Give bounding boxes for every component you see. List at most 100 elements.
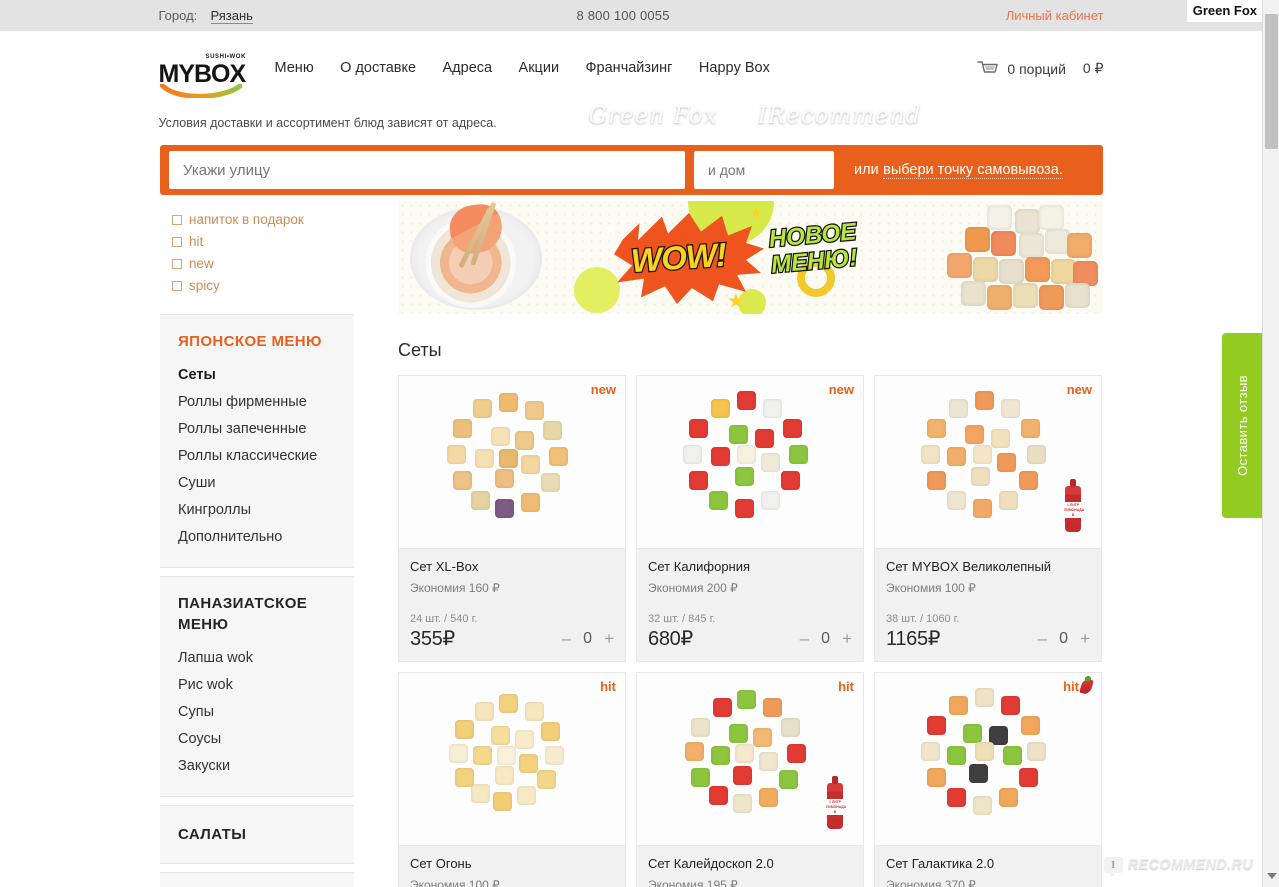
product-card[interactable]: hit <box>398 672 626 887</box>
vertical-scrollbar[interactable] <box>1262 0 1279 887</box>
filter-drink-gift[interactable]: напиток в подарок <box>172 212 354 227</box>
sidebar-item-rolls-baked[interactable]: Роллы запеченные <box>178 416 354 443</box>
nav-item-menu[interactable]: Меню <box>275 60 314 76</box>
phone-number[interactable]: 8 800 100 0055 <box>577 8 670 23</box>
filter-label: new <box>189 256 214 271</box>
decrement-button[interactable]: – <box>1038 630 1047 647</box>
product-meta: 24 шт. / 540 г. <box>410 613 478 625</box>
nav-item-promotions[interactable]: Акции <box>519 60 560 76</box>
product-card[interactable]: new <box>398 375 626 662</box>
page-root: Город: Рязань 8 800 100 0055 Личный каби… <box>0 0 1262 887</box>
quantity-stepper: – 0 + <box>1038 630 1090 648</box>
nav-item-addresses[interactable]: Адреса <box>443 60 493 76</box>
badge-label: hit <box>600 679 616 694</box>
product-info: Сет Калейдоскоп 2.0 Экономия 195 ₽ <box>637 845 863 887</box>
quantity-stepper: – 0 + <box>800 630 852 648</box>
product-meta: 32 шт. / 845 г. <box>648 613 716 625</box>
sidebar-item-sushi[interactable]: Суши <box>178 470 354 497</box>
product-info: Сет MYBOX Великолепный Экономия 100 ₽ 38… <box>875 548 1101 661</box>
product-image: hit <box>637 673 863 845</box>
sidebar-section-title[interactable]: ПАНАЗИАТСКОЕ МЕНЮ <box>178 593 354 635</box>
cart-button[interactable]: 0 порций 0 ₽ <box>977 60 1104 77</box>
increment-button[interactable]: + <box>1080 630 1090 647</box>
sidebar-item-additional[interactable]: Дополнительно <box>178 524 354 551</box>
increment-button[interactable]: + <box>842 630 852 647</box>
badge-label: hit <box>838 679 854 694</box>
sidebar-section-title[interactable]: ЯПОНСКОЕ МЕНЮ <box>178 331 354 352</box>
badge-hit: hit <box>600 679 616 694</box>
filter-label: hit <box>189 234 204 249</box>
leave-feedback-tab[interactable]: Оставить отзыв <box>1222 333 1262 518</box>
banner-blob <box>574 267 620 313</box>
house-input[interactable] <box>694 151 834 189</box>
product-savings: Экономия 100 ₽ <box>886 581 976 595</box>
product-name: Сет MYBOX Великолепный <box>886 559 1052 574</box>
nav-item-franchising[interactable]: Франчайзинг <box>586 60 673 76</box>
filter-label: spicy <box>189 278 220 293</box>
sidebar-item-soups[interactable]: Супы <box>178 699 354 726</box>
sidebar-section-title[interactable]: САЛАТЫ <box>178 824 354 845</box>
filter-new[interactable]: new <box>172 256 354 271</box>
logo[interactable]: SUSHI•WOK MYBOX <box>159 54 251 98</box>
sidebar-item-rolls-classic[interactable]: Роллы классические <box>178 443 354 470</box>
product-image: new <box>637 376 863 548</box>
product-name: Сет Огонь <box>410 856 472 871</box>
decrement-button[interactable]: – <box>800 630 809 647</box>
product-savings: Экономия 160 ₽ <box>410 581 500 595</box>
scrollbar-thumb[interactable] <box>1265 14 1278 149</box>
badge-new: new <box>1067 382 1092 397</box>
nav-item-delivery[interactable]: О доставке <box>340 60 416 76</box>
green-fox-window-tag: Green Fox <box>1186 0 1262 22</box>
badge-hit: hit <box>838 679 854 694</box>
badge-new: new <box>829 382 854 397</box>
badge-label: new <box>590 382 616 397</box>
logo-smile-icon <box>159 84 242 98</box>
product-card[interactable]: new <box>874 375 1102 662</box>
checkbox-icon[interactable] <box>172 280 182 291</box>
sushi-arrangement <box>675 684 825 834</box>
pickup-point-link[interactable]: выбери точку самовывоза. <box>883 162 1063 179</box>
nav-item-happy-box[interactable]: Happy Box <box>699 60 770 76</box>
scroll-down-arrow-icon[interactable] <box>1267 873 1277 879</box>
badge-hit-spicy: hit <box>1063 677 1094 696</box>
bonus-lemonade-bottle: 1 ЛИТР ЛИМОНАДА В ПОДАРОК <box>1064 479 1084 532</box>
product-savings: Экономия 370 ₽ <box>886 878 976 887</box>
product-image: hit <box>399 673 625 845</box>
promo-banner[interactable]: WOW! НОВОЕ МЕНЮ! <box>398 201 1103 314</box>
product-card[interactable]: hit <box>636 672 864 887</box>
product-price: 680₽ <box>648 628 693 650</box>
banner-blob <box>738 289 766 314</box>
sidebar-item-kingrolls[interactable]: Кингроллы <box>178 497 354 524</box>
sidebar-item-noodles-wok[interactable]: Лапша wok <box>178 645 354 672</box>
sidebar-section-panasian: ПАНАЗИАТСКОЕ МЕНЮ Лапша wok Рис wok Супы… <box>160 576 354 797</box>
sidebar-section-drinks[interactable]: НАПИТКИ <box>160 872 354 887</box>
product-info: Сет Огонь Экономия 100 ₽ <box>399 845 625 887</box>
feedback-tab-label: Оставить отзыв <box>1234 375 1250 476</box>
sidebar-item-rolls-signature[interactable]: Роллы фирменные <box>178 389 354 416</box>
sidebar-item-snacks[interactable]: Закуски <box>178 753 354 780</box>
badge-label: new <box>1066 382 1092 397</box>
increment-button[interactable]: + <box>604 630 614 647</box>
product-image: new <box>875 376 1101 548</box>
sidebar-item-sety[interactable]: Сеты <box>178 362 354 389</box>
checkbox-icon[interactable] <box>172 258 182 269</box>
product-grid: new Сет XL-Box Экономия 160 ₽ 24 шт. / 5… <box>398 375 1103 887</box>
sidebar-item-rice-wok[interactable]: Рис wok <box>178 672 354 699</box>
product-card[interactable]: hit <box>874 672 1102 887</box>
filter-spicy[interactable]: spicy <box>172 278 354 293</box>
product-name: Сет Калейдоскоп 2.0 <box>648 856 774 871</box>
badge-new: new <box>591 382 616 397</box>
street-input[interactable] <box>169 151 685 189</box>
product-card[interactable]: new <box>636 375 864 662</box>
cart-icon <box>977 61 999 73</box>
filter-hit[interactable]: hit <box>172 234 354 249</box>
sidebar-item-sauces[interactable]: Соусы <box>178 726 354 753</box>
city-selector[interactable]: Рязань <box>210 8 253 24</box>
account-link[interactable]: Личный кабинет <box>1006 8 1104 23</box>
sidebar-section-salads[interactable]: САЛАТЫ <box>160 805 354 864</box>
checkbox-icon[interactable] <box>172 236 182 247</box>
decrement-button[interactable]: – <box>562 630 571 647</box>
checkbox-icon[interactable] <box>172 214 182 225</box>
product-savings: Экономия 195 ₽ <box>648 878 738 887</box>
product-meta: 38 шт. / 1060 г. <box>886 613 960 625</box>
